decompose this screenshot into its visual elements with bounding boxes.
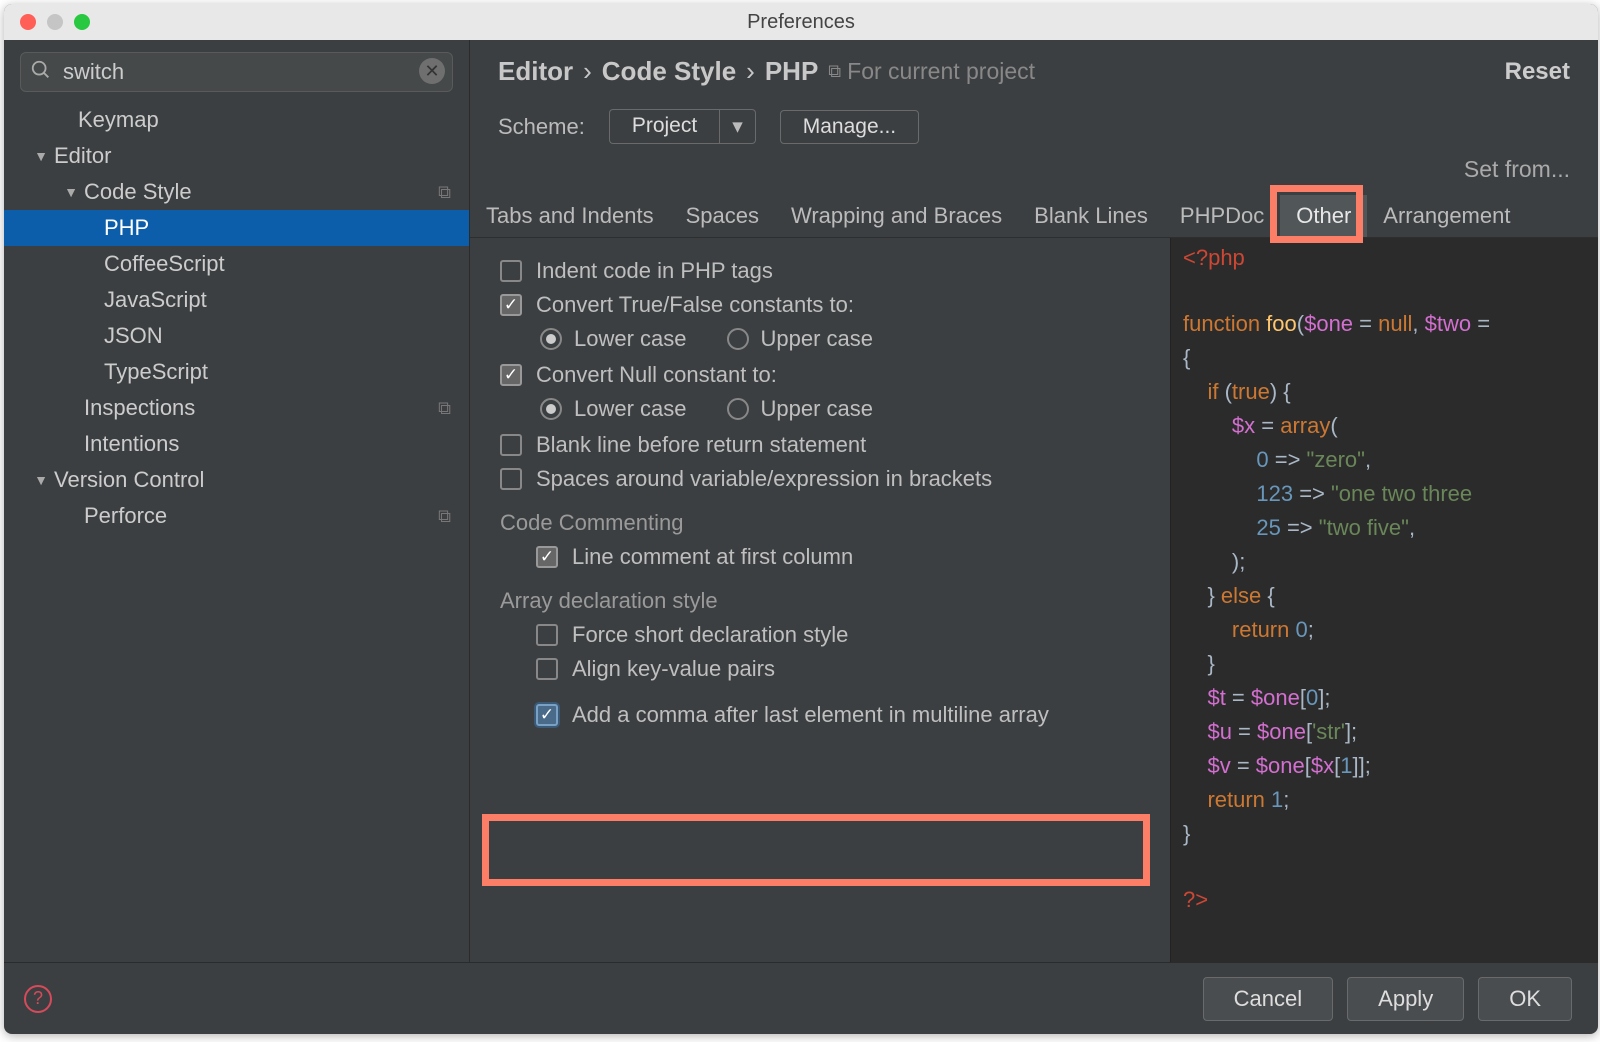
options-panel: Indent code in PHP tags ✓Convert True/Fa… bbox=[470, 238, 1170, 962]
sidebar: ✕ Keymap▼Editor▼Code Style⧉PHPCoffeeScri… bbox=[4, 40, 470, 962]
search-icon bbox=[30, 59, 52, 87]
radio-tf-upper[interactable] bbox=[727, 328, 749, 350]
titlebar: Preferences bbox=[4, 4, 1598, 40]
copy-icon: ⧉ bbox=[438, 506, 451, 527]
radio-null-lower[interactable] bbox=[540, 398, 562, 420]
copy-icon: ⧉ bbox=[438, 182, 451, 203]
checkbox-indent-php[interactable] bbox=[500, 260, 522, 282]
tab-tabs-and-indents[interactable]: Tabs and Indents bbox=[470, 195, 670, 237]
sidebar-item-keymap[interactable]: Keymap bbox=[4, 102, 469, 138]
tab-wrapping-and-braces[interactable]: Wrapping and Braces bbox=[775, 195, 1018, 237]
set-from-link[interactable]: Set from... bbox=[470, 150, 1598, 183]
tab-arrangement[interactable]: Arrangement bbox=[1367, 195, 1526, 237]
sidebar-item-code-style[interactable]: ▼Code Style⧉ bbox=[4, 174, 469, 210]
checkbox-blank-return[interactable] bbox=[500, 434, 522, 456]
scheme-label: Scheme: bbox=[498, 114, 585, 140]
section-array-style: Array declaration style bbox=[500, 588, 1152, 614]
sidebar-item-json[interactable]: JSON bbox=[4, 318, 469, 354]
sidebar-item-editor[interactable]: ▼Editor bbox=[4, 138, 469, 174]
apply-button[interactable]: Apply bbox=[1347, 977, 1464, 1021]
checkbox-spaces-brackets[interactable] bbox=[500, 468, 522, 490]
checkbox-align-kv[interactable] bbox=[536, 658, 558, 680]
chevron-down-icon: ▼ bbox=[34, 148, 48, 164]
cancel-button[interactable]: Cancel bbox=[1203, 977, 1333, 1021]
sidebar-item-intentions[interactable]: Intentions bbox=[4, 426, 469, 462]
chevron-down-icon: ▼ bbox=[34, 472, 48, 488]
tab-blank-lines[interactable]: Blank Lines bbox=[1018, 195, 1164, 237]
manage-button[interactable]: Manage... bbox=[780, 110, 919, 144]
radio-null-upper[interactable] bbox=[727, 398, 749, 420]
copy-icon: ⧉ bbox=[438, 398, 451, 419]
scheme-combo[interactable]: Project ▾ bbox=[609, 109, 756, 144]
sidebar-item-coffeescript[interactable]: CoffeeScript bbox=[4, 246, 469, 282]
sidebar-item-php[interactable]: PHP bbox=[4, 210, 469, 246]
help-icon[interactable]: ? bbox=[24, 985, 52, 1013]
section-code-commenting: Code Commenting bbox=[500, 510, 1152, 536]
sidebar-item-javascript[interactable]: JavaScript bbox=[4, 282, 469, 318]
sidebar-item-version-control[interactable]: ▼Version Control bbox=[4, 462, 469, 498]
breadcrumb: Editor › Code Style › PHP ⧉For current p… bbox=[498, 56, 1035, 87]
window-title: Preferences bbox=[4, 11, 1598, 34]
copy-icon: ⧉ bbox=[828, 61, 841, 82]
sidebar-item-inspections[interactable]: Inspections⧉ bbox=[4, 390, 469, 426]
tab-spaces[interactable]: Spaces bbox=[670, 195, 775, 237]
ok-button[interactable]: OK bbox=[1478, 977, 1572, 1021]
checkbox-line-comment[interactable]: ✓ bbox=[536, 546, 558, 568]
checkbox-convert-null[interactable]: ✓ bbox=[500, 364, 522, 386]
clear-icon[interactable]: ✕ bbox=[419, 58, 445, 84]
tabs: Tabs and IndentsSpacesWrapping and Brace… bbox=[470, 195, 1598, 238]
sidebar-item-typescript[interactable]: TypeScript bbox=[4, 354, 469, 390]
checkbox-force-short[interactable] bbox=[536, 624, 558, 646]
chevron-down-icon[interactable]: ▾ bbox=[719, 109, 756, 144]
tab-other[interactable]: Other bbox=[1280, 195, 1367, 237]
tab-phpdoc[interactable]: PHPDoc bbox=[1164, 195, 1280, 237]
checkbox-add-comma[interactable]: ✓ bbox=[536, 704, 558, 726]
chevron-down-icon: ▼ bbox=[64, 184, 78, 200]
highlight-add-comma bbox=[482, 814, 1150, 886]
code-preview: <?php function foo($one = null, $two = {… bbox=[1170, 238, 1598, 962]
preferences-window: Preferences ✕ Keymap▼Editor▼Code Style⧉P… bbox=[4, 4, 1598, 1034]
checkbox-convert-tf[interactable]: ✓ bbox=[500, 294, 522, 316]
radio-tf-lower[interactable] bbox=[540, 328, 562, 350]
search-input[interactable] bbox=[20, 52, 453, 92]
sidebar-item-perforce[interactable]: Perforce⧉ bbox=[4, 498, 469, 534]
reset-button[interactable]: Reset bbox=[1505, 58, 1570, 86]
